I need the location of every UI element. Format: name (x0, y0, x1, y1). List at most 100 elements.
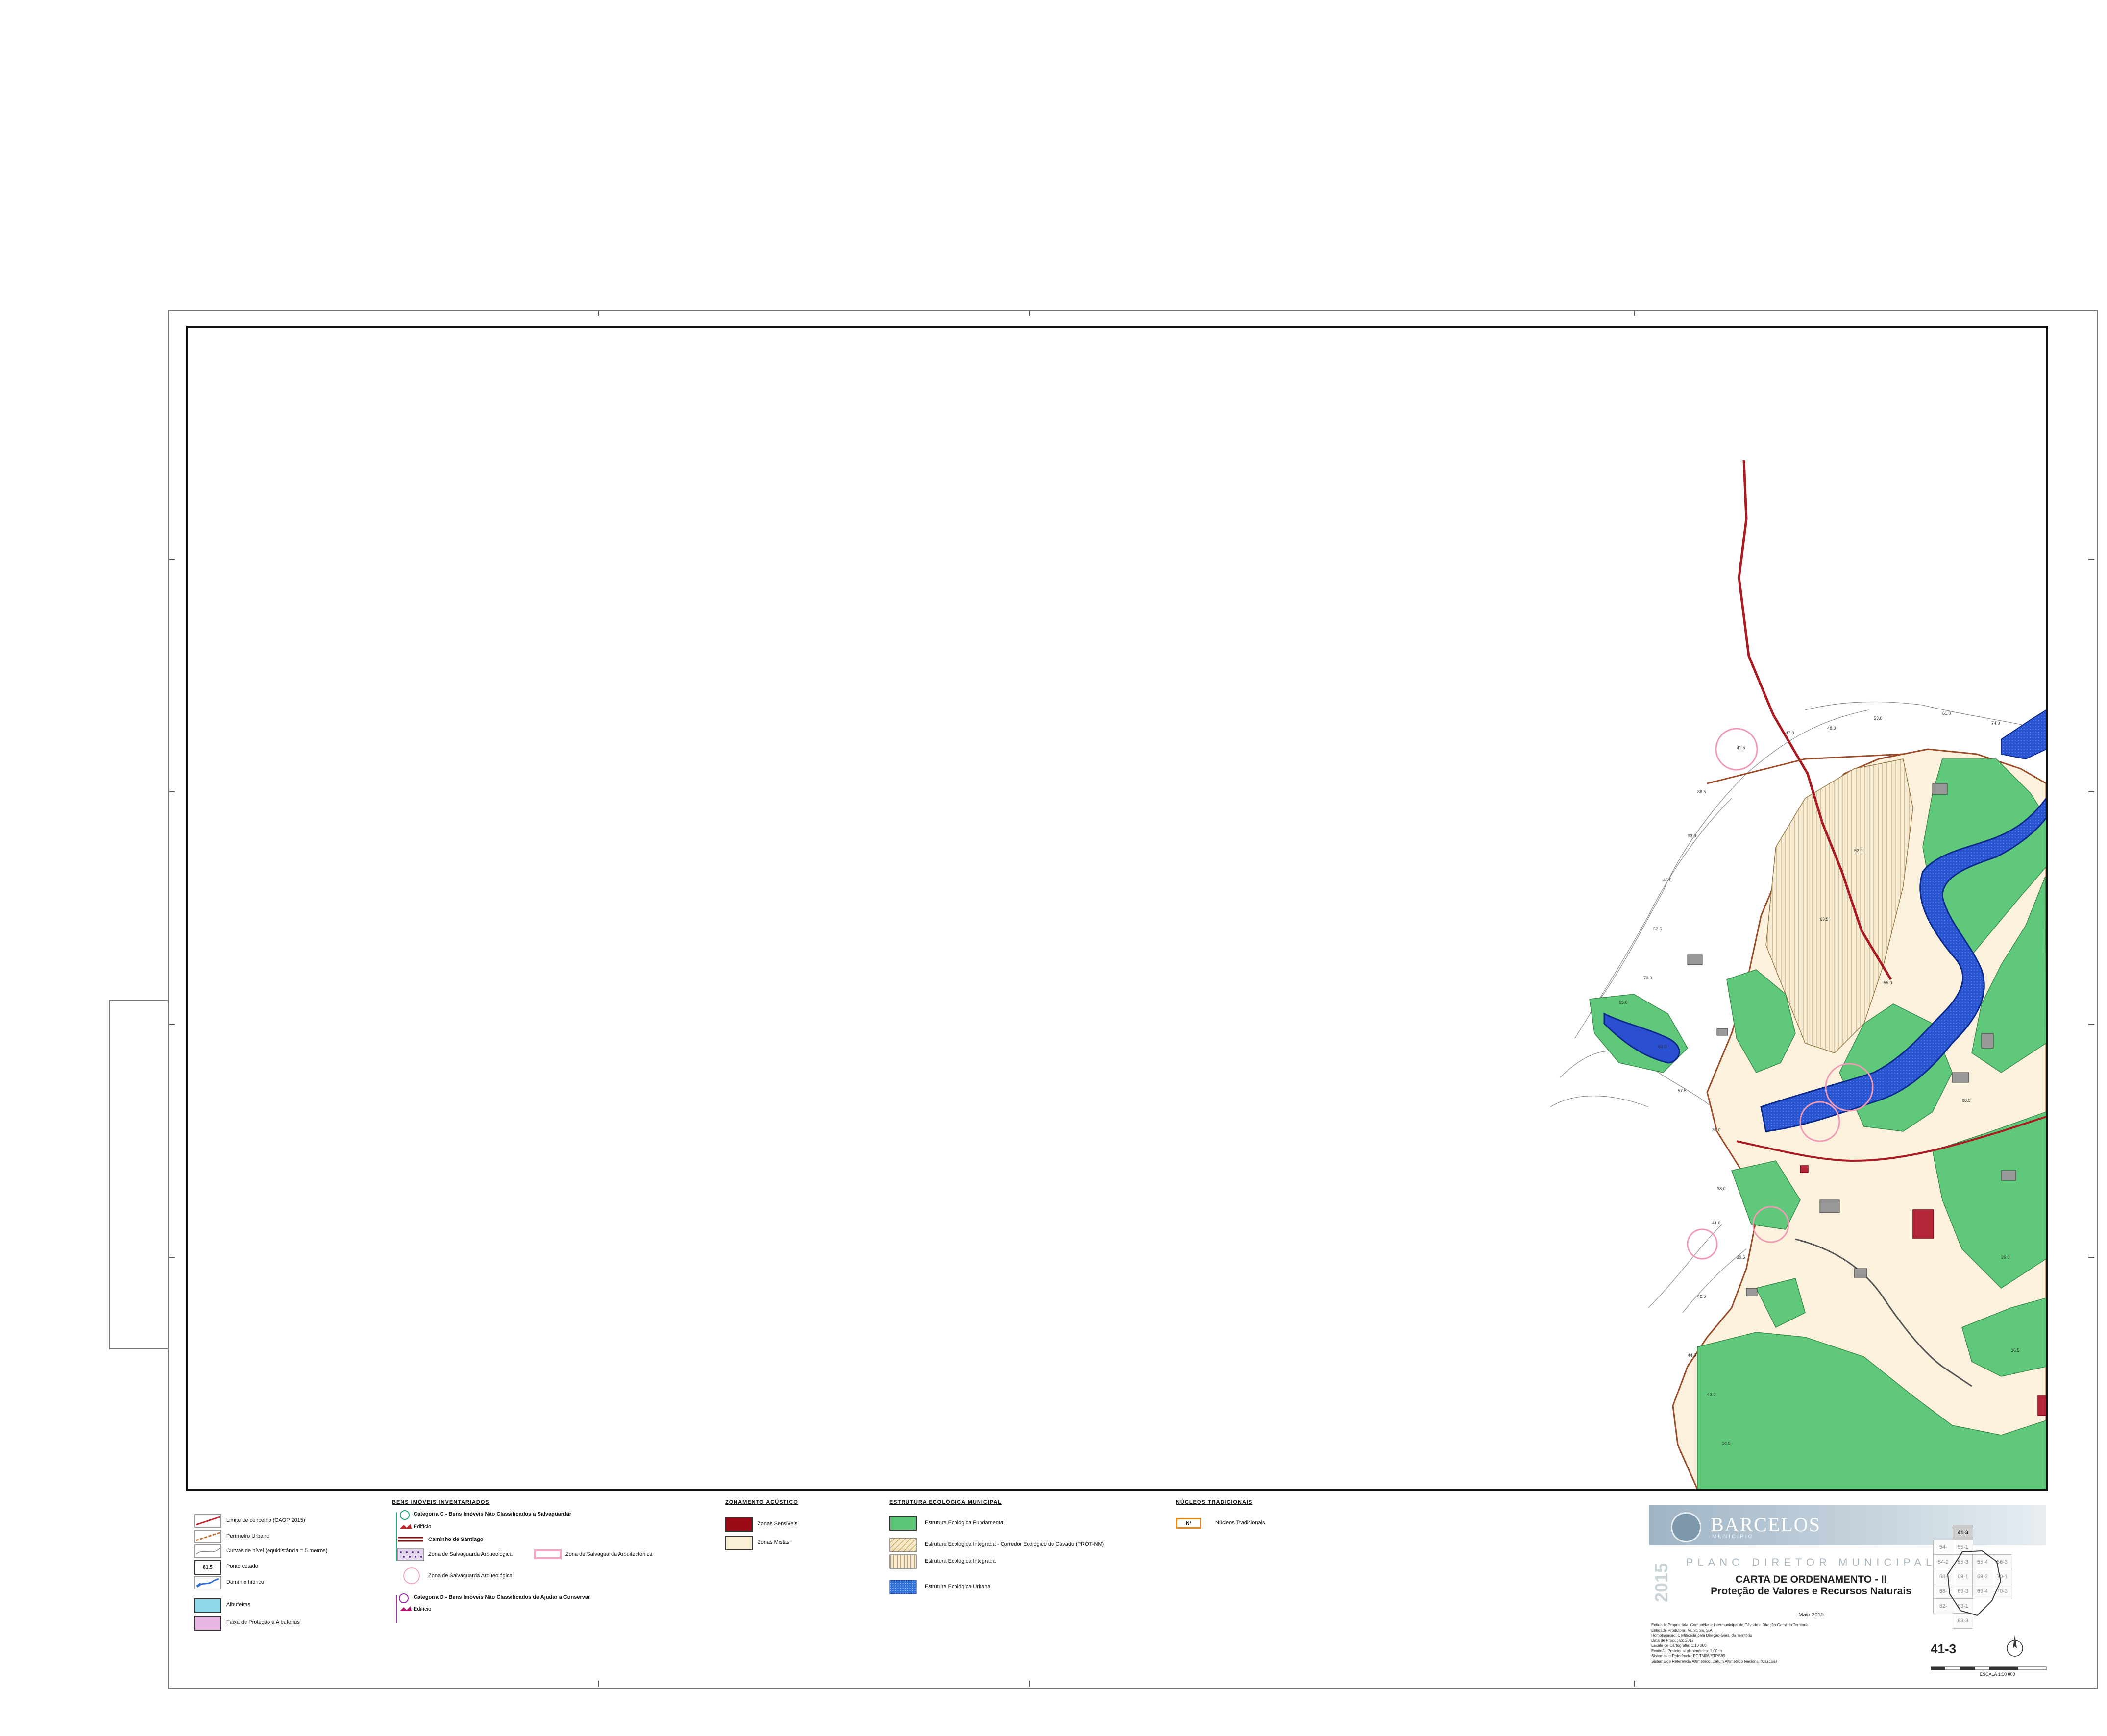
legend-label: Caminho de Santiago (428, 1537, 484, 1542)
scale-label: ESCALA 1:10 000 (1980, 1672, 2015, 1677)
sheet-index: 41-3 54- 55-1 54-2 55-3 55-4 56-3 68- 69… (1933, 1525, 2021, 1633)
frame-tick (169, 791, 175, 792)
svg-text:37.0: 37.0 (1712, 1127, 1721, 1132)
index-cell-current[interactable]: 41-3 (1953, 1525, 1973, 1540)
legend-bar (396, 1595, 397, 1623)
svg-text:74.0: 74.0 (1991, 721, 2000, 726)
archaeological-circle-icon (403, 1567, 420, 1584)
svg-text:43.0: 43.0 (1707, 1392, 1716, 1397)
legend-label: Zona de Salvaguarda Arqueológica (428, 1551, 513, 1557)
building-c-icon (400, 1524, 412, 1529)
legend-label: Estrutura Ecológica Integrada (925, 1558, 996, 1564)
archaeological-zone-icon (397, 1548, 424, 1561)
technical-note: Entidade Proprietária: Comunidade Interm… (1651, 1623, 1809, 1627)
svg-text:41.0: 41.0 (1712, 1221, 1721, 1225)
legend-label: Categoria C - Bens Imóveis Não Classific… (414, 1511, 572, 1517)
north-arrow-icon (2007, 1635, 2023, 1657)
svg-text:44.0: 44.0 (1688, 1353, 1696, 1358)
map-subtitle: Proteção de Valores e Recursos Naturais (1711, 1586, 1911, 1597)
santiago-path-icon (398, 1537, 423, 1542)
map-date: Maio 2015 (1798, 1612, 1824, 1618)
frame-tick (2088, 559, 2094, 560)
technical-note: Entidade Produtora: Municipia, S.A. (1651, 1628, 1714, 1633)
legend-col-4: ESTRUTURA ECOLÓGICA MUNICIPAL Estrutura … (889, 1499, 1183, 1597)
boundary-line-icon (194, 1514, 221, 1528)
svg-text:57.5: 57.5 (1678, 1088, 1687, 1093)
technical-note: Escala de Cartografia: 1:10 000 (1651, 1643, 1707, 1648)
sheet-number: 41-3 (1931, 1641, 1957, 1656)
frame-tick (169, 1257, 175, 1258)
svg-text:65.0: 65.0 (1619, 1000, 1628, 1005)
river-upper (2001, 709, 2046, 760)
frame-tick (1029, 1681, 1030, 1687)
reservoir-protection-swatch (194, 1616, 221, 1631)
svg-text:68.5: 68.5 (1962, 1098, 1971, 1103)
svg-text:52.5: 52.5 (1653, 927, 1662, 931)
frame-tick (1634, 1681, 1635, 1687)
technical-note: Data de Produção: 2012 (1651, 1638, 1694, 1643)
legend-label: Edifício (414, 1606, 432, 1612)
technical-note: Exatidão Posicional planimétrica: 1,00 m (1651, 1648, 1722, 1653)
contour-icon (194, 1544, 221, 1558)
frame-tick (2088, 1024, 2094, 1025)
legend-heading: BENS IMÓVEIS INVENTARIADOS (392, 1499, 490, 1505)
architectural-zone-icon (534, 1549, 562, 1559)
map-title: CARTA DE ORDENAMENTO - II (1735, 1574, 1887, 1585)
map-sheet-tab (109, 1000, 169, 1349)
svg-text:38.0: 38.0 (1717, 1186, 1726, 1191)
legend-col-3: ZONAMENTO ACÚSTICO Zonas Sensíveis Zonas… (725, 1499, 872, 1568)
legend-label: Domínio hídrico (226, 1579, 265, 1585)
spot-height-icon: 81.5 (194, 1560, 221, 1575)
map-canvas[interactable]: 41.5 47.0 48.0 53.0 61.0 74.0 88.5 93.0 … (188, 328, 2046, 1489)
legend-label: Estrutura Ecológica Integrada - Corredor… (925, 1541, 1104, 1547)
integrated-structure-swatch (889, 1554, 917, 1569)
urban-structure-swatch (889, 1580, 917, 1594)
svg-text:61.0: 61.0 (1942, 711, 1951, 716)
legend-label: Zonas Sensíveis (758, 1521, 798, 1527)
urban-perimeter-icon (194, 1530, 221, 1543)
svg-text:45.5: 45.5 (1663, 878, 1672, 882)
scale-bar (1931, 1666, 2047, 1670)
municipality-sub: MUNICÍPIO (1712, 1534, 1754, 1540)
legend-col-5: NÚCLEOS TRADICIONAIS N° Núcleos Tradicio… (1176, 1499, 1323, 1539)
legend-label: Curvas de nível (equidistância = 5 metro… (226, 1548, 328, 1554)
frame-tick (169, 1024, 175, 1025)
sensitive-zone-swatch (725, 1517, 753, 1532)
svg-text:60.0: 60.0 (1658, 1044, 1667, 1049)
legend-label: Limite de concelho (CAOP 2015) (226, 1517, 305, 1523)
mixed-zone-swatch (725, 1536, 753, 1550)
svg-text:39.5: 39.5 (1737, 1255, 1745, 1260)
municipality-crest-icon (1671, 1512, 1701, 1542)
svg-text:36.5: 36.5 (2011, 1348, 2020, 1353)
building-d-icon (400, 1606, 412, 1611)
traditional-nucleus-icon: N° (1176, 1518, 1201, 1529)
legend-label: Faixa de Proteção a Albufeiras (226, 1619, 300, 1625)
frame-tick (1029, 310, 1030, 316)
svg-text:93.0: 93.0 (1688, 833, 1696, 838)
svg-text:41.5: 41.5 (1737, 745, 1745, 750)
municipality-outline-icon (1947, 1550, 2002, 1616)
legend-heading: ESTRUTURA ECOLÓGICA MUNICIPAL (889, 1499, 1002, 1505)
water-domain-icon (194, 1576, 221, 1589)
plan-name: PLANO DIRETOR MUNICIPAL (1686, 1556, 1936, 1568)
legend-label: Zona de Salvaguarda Arqueológica (428, 1573, 513, 1579)
technical-notes: Entidade Proprietária: Comunidade Interm… (1651, 1623, 1955, 1664)
legend-label: Zona de Salvaguarda Arquitectónica (565, 1551, 653, 1557)
legend-label: Estrutura Ecológica Urbana (925, 1584, 991, 1589)
frame-tick (598, 1681, 599, 1687)
category-d-icon (399, 1593, 409, 1603)
legend-col-1: Limite de concelho (CAOP 2015) Perímetro… (191, 1512, 387, 1649)
technical-note: Homologação: Certificada pela Direção-Ge… (1651, 1633, 1752, 1638)
legend-label: Ponto cotado (226, 1564, 258, 1569)
svg-text:63.5: 63.5 (1820, 917, 1829, 922)
technical-note: Sistema de Referência: PT-TM06/ETRS89 (1651, 1654, 1725, 1658)
legend-label: Edifício (414, 1524, 432, 1530)
svg-text:53.0: 53.0 (1874, 716, 1883, 721)
technical-note: Sistema de Referência Altimétrico: Datum… (1651, 1659, 1777, 1663)
legend-label: Núcleos Tradicionais (1215, 1520, 1265, 1526)
legend-label: Perímetro Urbano (226, 1533, 270, 1539)
svg-text:88.5: 88.5 (1697, 789, 1706, 794)
map-inner-frame[interactable]: 41.5 47.0 48.0 53.0 61.0 74.0 88.5 93.0 … (186, 326, 2048, 1491)
svg-text:47.0: 47.0 (1786, 731, 1794, 735)
municipality-name: BARCELOS (1711, 1514, 1821, 1536)
